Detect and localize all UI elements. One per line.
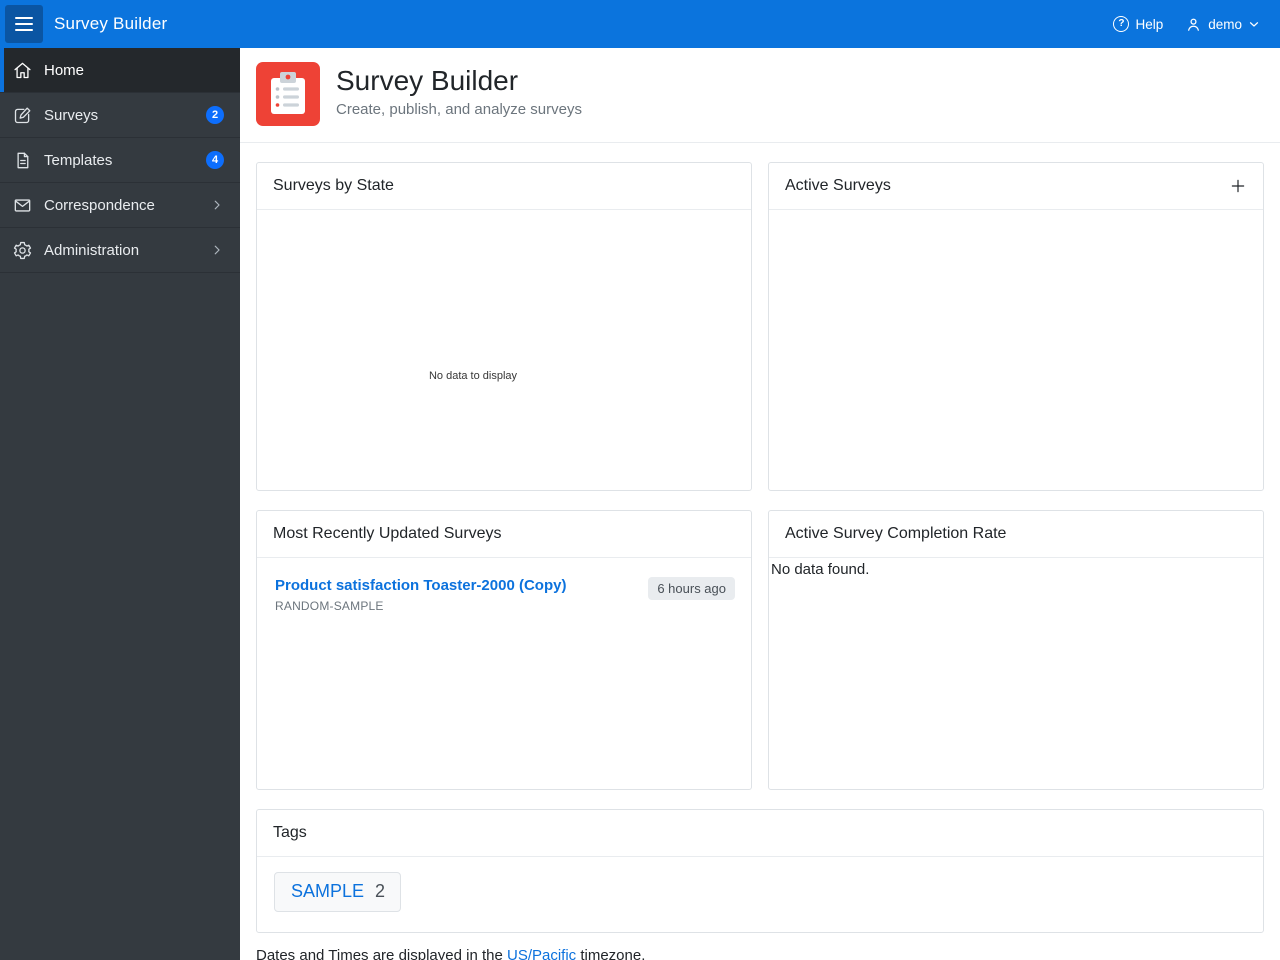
dashboard-grid: Surveys by State No data to display Acti… — [240, 143, 1280, 933]
user-menu[interactable]: demo — [1185, 16, 1260, 33]
recent-surveys-card: Most Recently Updated Surveys Product sa… — [256, 510, 752, 790]
help-icon: ? — [1113, 16, 1130, 32]
app-title: Survey Builder — [54, 14, 168, 33]
sidebar-item-label: Templates — [44, 151, 113, 169]
document-icon — [12, 150, 33, 171]
survey-link[interactable]: Product satisfaction Toaster-2000 (Copy) — [275, 577, 566, 595]
list-item: Product satisfaction Toaster-2000 (Copy)… — [257, 558, 751, 613]
tag-count: 2 — [375, 881, 386, 901]
timezone-link[interactable]: US/Pacific — [507, 947, 576, 960]
clipboard-icon — [256, 62, 320, 126]
card-title: Active Surveys — [785, 177, 891, 194]
completion-rate-body: No data found. — [769, 558, 1263, 789]
envelope-icon — [12, 195, 33, 216]
active-surveys-list — [769, 210, 1263, 490]
empty-chart-message: No data to display — [428, 370, 518, 382]
page-subtitle: Create, publish, and analyze surveys — [336, 101, 582, 118]
plus-icon — [1231, 179, 1245, 193]
tags-list: SAMPLE 2 — [257, 857, 1263, 932]
card-title: Most Recently Updated Surveys — [273, 525, 502, 542]
page-title: Survey Builder — [336, 65, 519, 96]
empty-data-message: No data found. — [771, 561, 870, 578]
tag-label: SAMPLE — [291, 881, 365, 901]
card-title: Active Survey Completion Rate — [785, 525, 1007, 542]
timezone-note: Dates and Times are displayed in the US/… — [256, 947, 1264, 960]
templates-count-badge: 4 — [206, 151, 224, 169]
user-icon — [1188, 18, 1200, 31]
sidebar-item-label: Administration — [44, 241, 140, 259]
page-header: Survey Builder Create, publish, and anal… — [240, 48, 1280, 143]
sidebar: Home Surveys 2 Templates 4 Correspondenc… — [0, 48, 240, 960]
sidebar-item-home[interactable]: Home — [0, 48, 240, 93]
sidebar-item-label: Home — [44, 61, 85, 79]
recent-surveys-list: Product satisfaction Toaster-2000 (Copy)… — [257, 558, 751, 789]
sidebar-item-surveys[interactable]: Surveys 2 — [0, 93, 240, 138]
sidebar-item-administration[interactable]: Administration — [0, 228, 240, 273]
tag-chip-sample[interactable]: SAMPLE 2 — [274, 872, 402, 912]
chevron-right-icon — [210, 243, 224, 257]
gear-icon — [12, 240, 33, 261]
user-label: demo — [1208, 16, 1242, 32]
sidebar-item-correspondence[interactable]: Correspondence — [0, 183, 240, 228]
help-label: Help — [1135, 16, 1164, 32]
tags-card: Tags SAMPLE 2 — [256, 809, 1264, 933]
help-button[interactable]: ? Help — [1113, 16, 1163, 32]
surveys-by-state-chart: No data to display — [257, 210, 751, 490]
surveys-count-badge: 2 — [206, 106, 224, 124]
sidebar-item-templates[interactable]: Templates 4 — [0, 138, 240, 183]
card-title: Tags — [273, 824, 307, 841]
topbar-actions: ? Help demo — [1113, 16, 1280, 33]
sidebar-item-label: Surveys — [44, 106, 99, 124]
completion-rate-card: Active Survey Completion Rate No data fo… — [768, 510, 1264, 790]
active-surveys-card: Active Surveys — [768, 162, 1264, 491]
survey-tag-label: RANDOM-SAMPLE — [275, 599, 384, 613]
home-icon — [12, 60, 33, 81]
menu-toggle-button[interactable] — [5, 5, 43, 43]
topbar: Survey Builder ? Help demo — [0, 0, 1280, 48]
updated-time-badge: 6 hours ago — [648, 577, 735, 600]
hamburger-icon — [15, 17, 33, 19]
sidebar-item-label: Correspondence — [44, 196, 155, 214]
card-title: Surveys by State — [273, 177, 394, 194]
chevron-right-icon — [210, 198, 224, 212]
chevron-down-icon — [1249, 22, 1259, 27]
surveys-by-state-card: Surveys by State No data to display — [256, 162, 752, 491]
edit-icon — [12, 105, 33, 126]
add-survey-button[interactable] — [1229, 177, 1247, 195]
main-content: Survey Builder Create, publish, and anal… — [240, 48, 1280, 960]
